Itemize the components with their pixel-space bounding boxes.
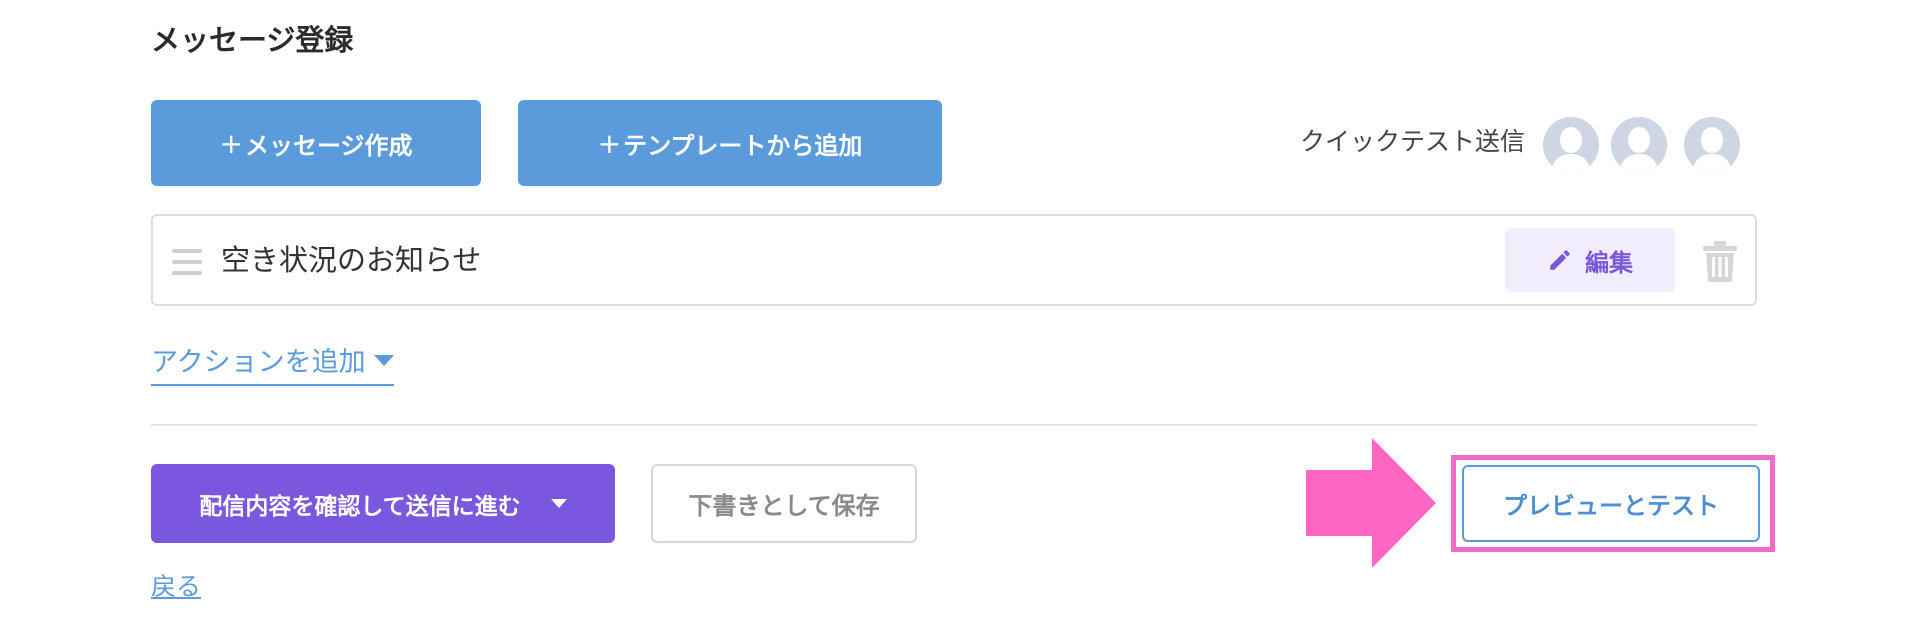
test-user-avatar[interactable]	[1611, 117, 1667, 173]
caret-down-icon	[550, 499, 567, 508]
add-from-template-label: テンプレートから追加	[623, 131, 863, 160]
caret-down-icon	[373, 355, 394, 366]
message-name: 空き状況のお知らせ	[221, 243, 482, 277]
user-avatar-icon	[1684, 117, 1740, 173]
add-action-dropdown[interactable]: アクションを追加	[151, 345, 394, 386]
user-avatar-icon	[1543, 117, 1599, 173]
confirm-and-send-button[interactable]: 配信内容を確認して送信に進む	[151, 464, 615, 543]
drag-handle-icon[interactable]	[172, 249, 202, 275]
create-message-button[interactable]: + メッセージ作成	[151, 100, 481, 186]
plus-icon: +	[219, 126, 243, 160]
save-draft-button[interactable]: 下書きとして保存	[651, 464, 917, 543]
quick-test-label: クイックテスト送信	[1300, 127, 1526, 156]
confirm-and-send-label: 配信内容を確認して送信に進む	[199, 493, 521, 520]
add-from-template-button[interactable]: + テンプレートから追加	[518, 100, 942, 186]
pink-arrow-icon	[1306, 438, 1436, 568]
add-action-label: アクションを追加	[151, 347, 366, 378]
test-user-avatar[interactable]	[1543, 117, 1599, 173]
message-item: 空き状況のお知らせ 編集	[151, 214, 1757, 306]
test-user-avatar[interactable]	[1684, 117, 1740, 173]
edit-label: 編集	[1585, 248, 1633, 277]
page-title: メッセージ登録	[151, 23, 354, 57]
plus-icon: +	[597, 126, 622, 160]
divider	[151, 424, 1757, 426]
edit-button[interactable]: 編集	[1505, 228, 1675, 292]
create-message-label: メッセージ作成	[244, 131, 413, 160]
pencil-icon	[1550, 250, 1570, 270]
preview-and-test-button[interactable]: プレビューとテスト	[1462, 465, 1760, 542]
trash-icon[interactable]	[1702, 240, 1738, 282]
back-link[interactable]: 戻る	[151, 570, 201, 604]
user-avatar-icon	[1611, 117, 1667, 173]
